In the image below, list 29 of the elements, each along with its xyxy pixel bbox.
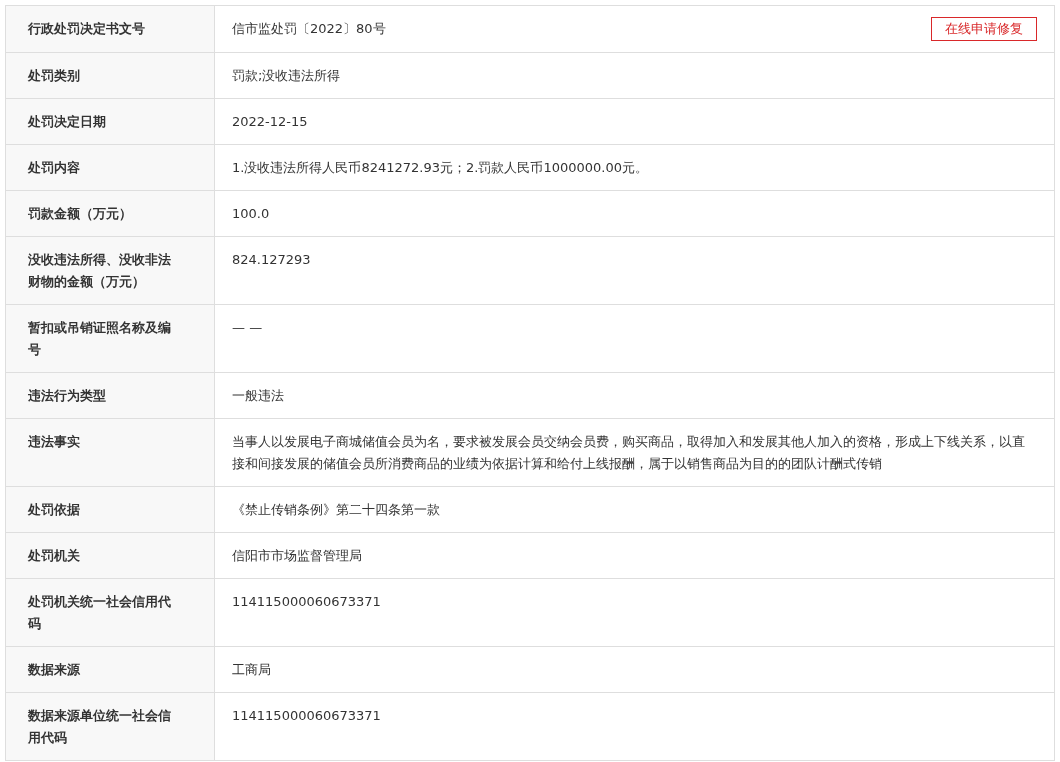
field-label: 处罚机关 <box>28 547 81 565</box>
field-value: 信市监处罚〔2022〕80号 <box>232 20 386 38</box>
field-value: 1.没收违法所得人民币8241272.93元；2.罚款人民币1000000.00元。 <box>232 159 648 177</box>
field-label: 处罚类别 <box>28 67 81 85</box>
field-label: 数据来源单位统一社会信用代码 <box>28 707 172 747</box>
apply-repair-button[interactable]: 在线申请修复 <box>931 17 1037 41</box>
field-label: 处罚决定日期 <box>28 113 107 131</box>
field-label: 违法事实 <box>28 433 81 451</box>
field-value: 114115000060673371 <box>232 593 381 611</box>
field-value: 一般违法 <box>232 387 284 405</box>
field-label: 没收违法所得、没收非法财物的金额（万元） <box>28 251 172 291</box>
field-value: 当事人以发展电子商城储值会员为名，要求被发展会员交纳会员费，购买商品，取得加入和发展其他人加入的资格，形成上下线关系，以直接和间接发展的储值会员所消费商品的业绩为依据计算和给付上线报酬，属于以销售商品为目的的团队计酬式传销 <box>232 433 1026 473</box>
field-label: 行政处罚决定书文号 <box>28 20 146 38</box>
field-label: 数据来源 <box>28 661 81 679</box>
field-value: 工商局 <box>232 661 271 679</box>
field-value: — — <box>232 319 263 337</box>
field-label: 处罚机关统一社会信用代码 <box>28 593 172 633</box>
field-label: 暂扣或吊销证照名称及编号 <box>28 319 172 359</box>
field-label: 罚款金额（万元） <box>28 205 133 223</box>
field-value: 824.127293 <box>232 251 311 269</box>
field-value: 114115000060673371 <box>232 707 381 725</box>
field-label: 处罚依据 <box>28 501 81 519</box>
field-value: 100.0 <box>232 205 270 223</box>
field-value: 《禁止传销条例》第二十四条第一款 <box>232 501 440 519</box>
field-label: 处罚内容 <box>28 159 81 177</box>
field-value: 罚款;没收违法所得 <box>232 67 341 85</box>
field-label: 违法行为类型 <box>28 387 107 405</box>
field-value: 2022-12-15 <box>232 113 308 131</box>
field-value: 信阳市市场监督管理局 <box>232 547 362 565</box>
